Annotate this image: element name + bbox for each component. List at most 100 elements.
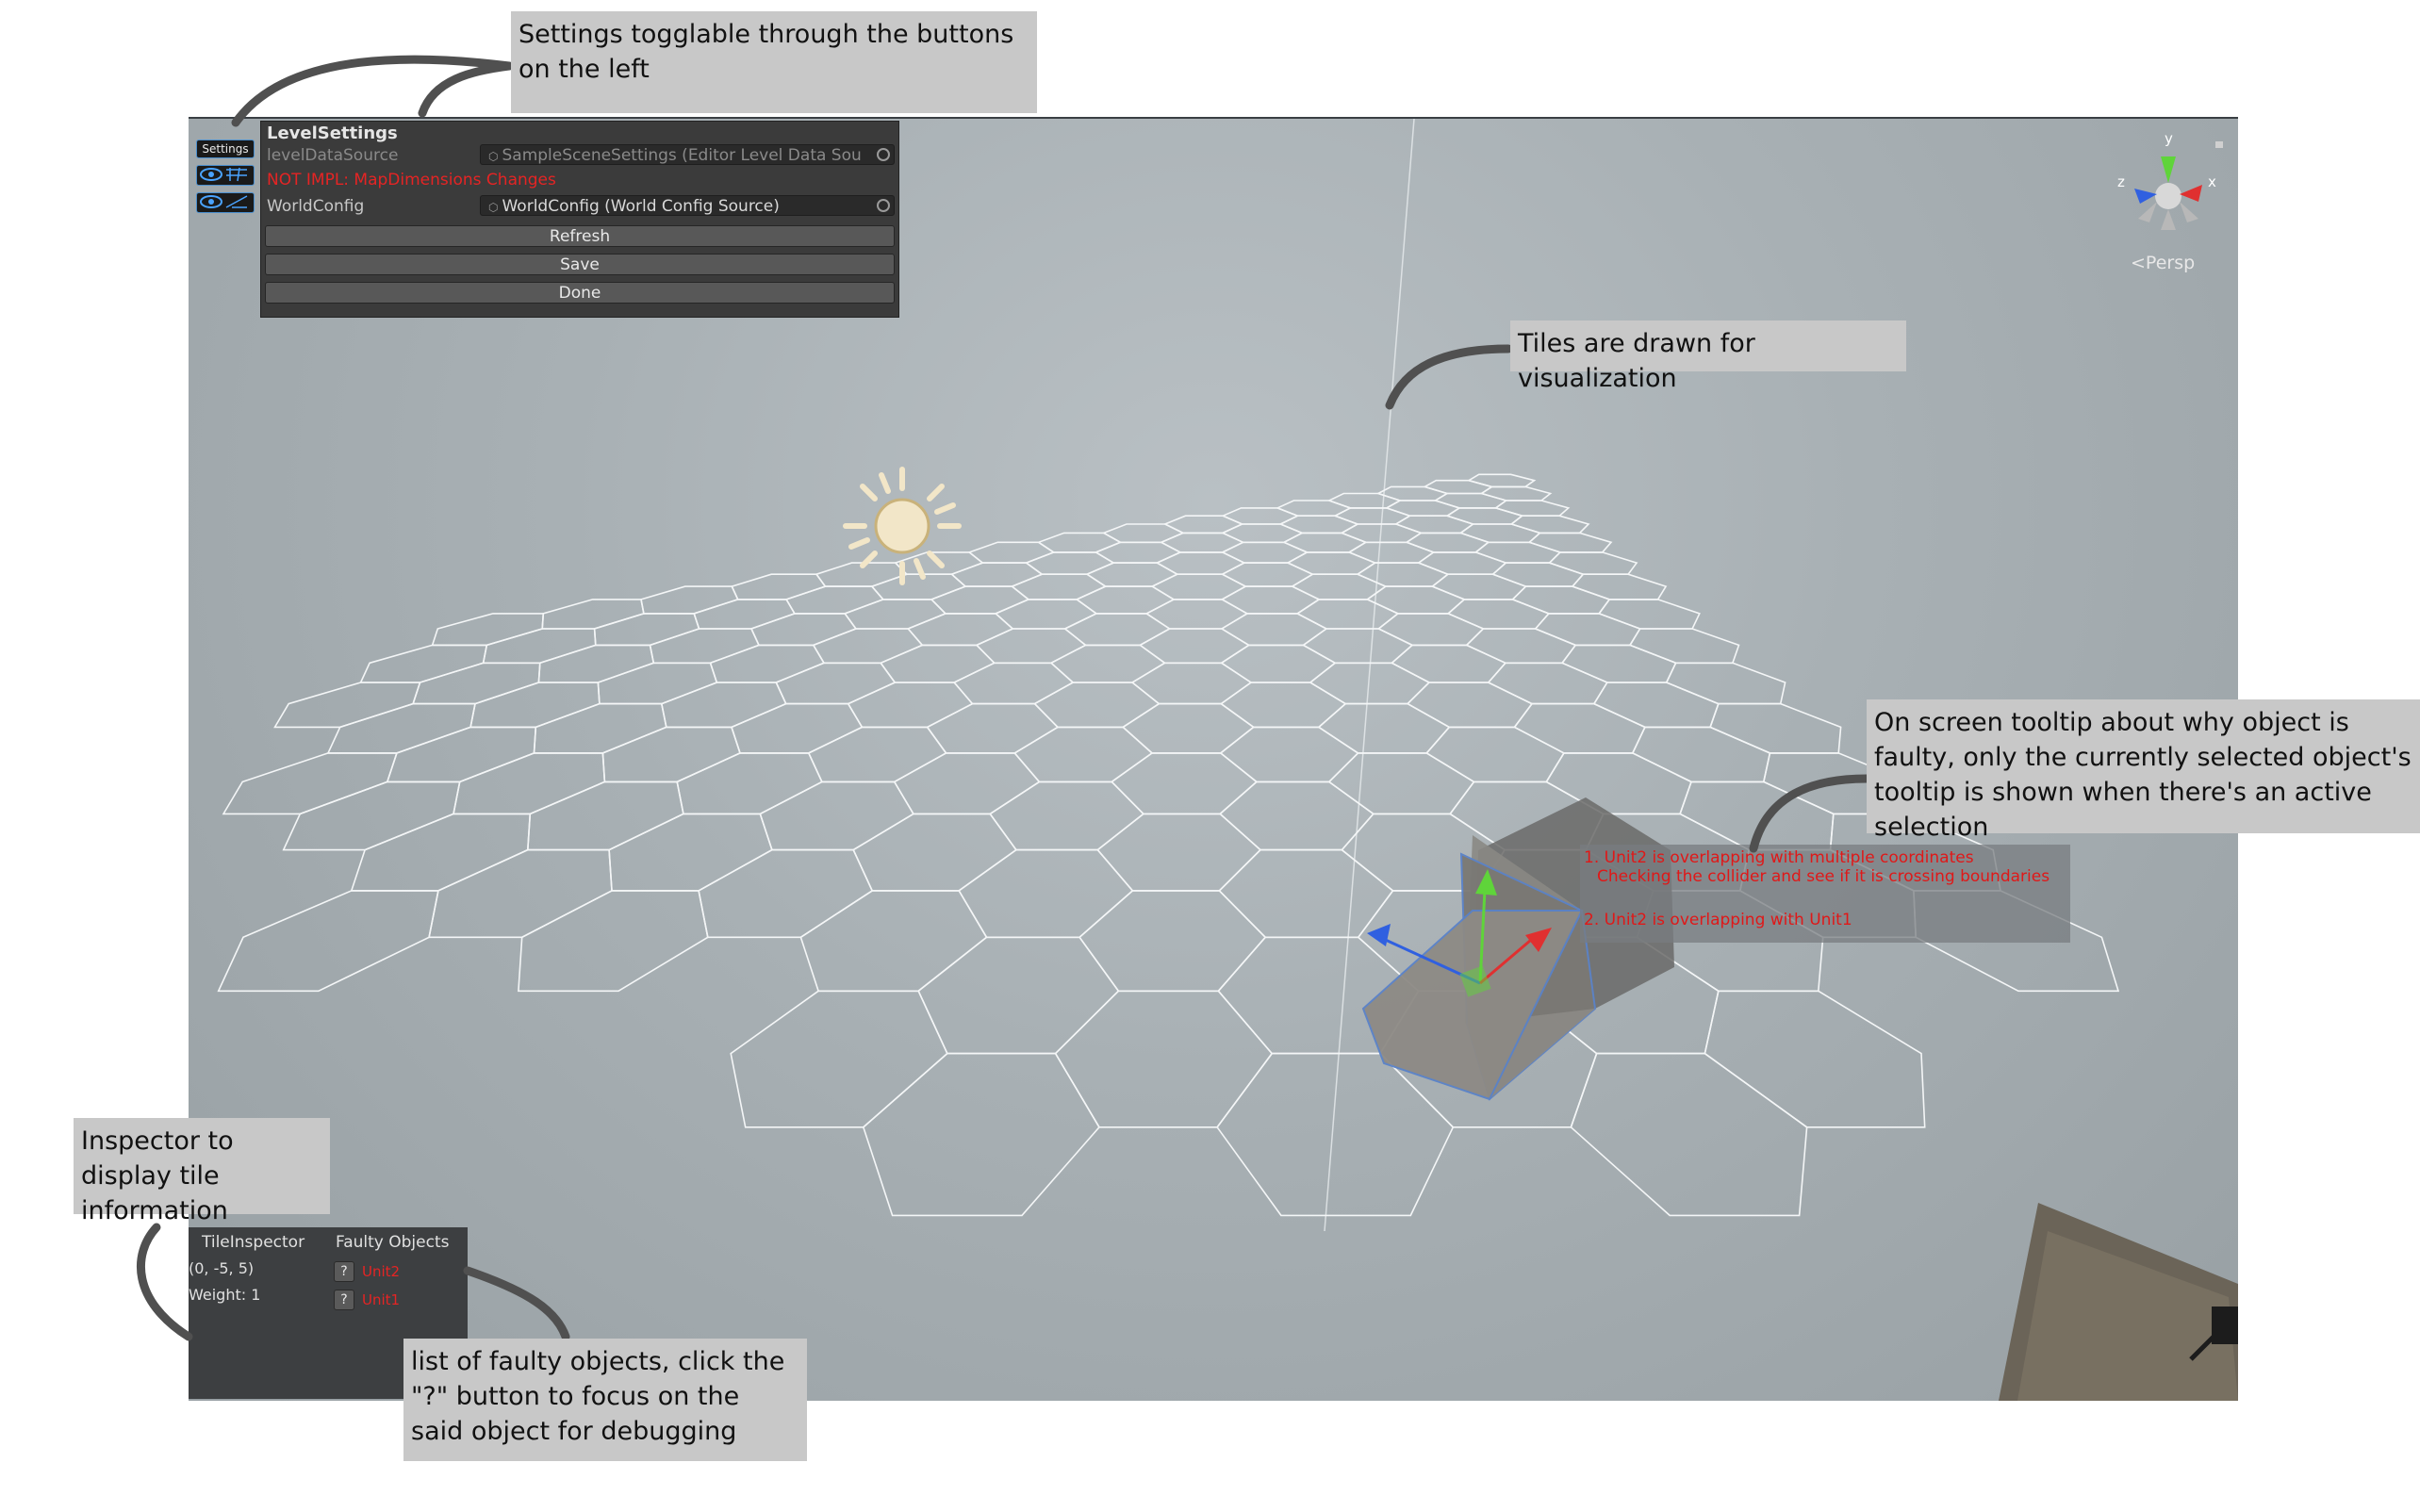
hex-tile[interactable] [326,702,476,754]
hex-tile[interactable] [926,702,1060,754]
hex-tile[interactable] [1144,599,1249,630]
hex-tile[interactable] [1446,599,1551,630]
hex-tile[interactable] [1423,479,1494,495]
hex-tile[interactable] [431,613,545,647]
hex-tile[interactable] [1709,702,1842,754]
hex-tile[interactable] [731,702,864,754]
hex-tile[interactable] [428,848,613,939]
hex-tile[interactable] [1216,1052,1455,1217]
object-picker-icon[interactable] [877,199,890,212]
hex-tile[interactable] [1631,726,1771,783]
hex-tile[interactable] [1317,702,1451,754]
hex-tile[interactable] [1433,492,1508,509]
hex-tile[interactable] [1376,613,1485,647]
save-button[interactable]: Save [265,254,895,275]
hex-tile[interactable] [1487,662,1608,705]
hex-tile[interactable] [930,585,1030,615]
hex-tile[interactable] [1527,532,1613,553]
hex-tile[interactable] [217,890,439,993]
hex-tile[interactable] [597,662,718,705]
hex-tile[interactable] [676,752,823,815]
hex-tile[interactable] [359,644,488,683]
hex-tile[interactable] [967,541,1056,564]
hex-tile[interactable] [273,682,421,729]
hex-tile[interactable] [862,1052,1100,1217]
hex-tile[interactable] [759,781,914,851]
hex-tile[interactable] [1218,848,1394,939]
hex-tile[interactable] [222,752,399,815]
hex-tile[interactable] [906,613,1014,647]
hex-tile[interactable] [1430,573,1527,600]
hex-tile[interactable] [1406,682,1534,729]
hex-tile[interactable] [660,682,787,729]
hex-tile[interactable] [1465,628,1577,665]
hex-tile[interactable] [1513,702,1646,754]
hex-tile[interactable] [975,628,1087,665]
hex-tile[interactable] [1493,500,1571,518]
hex-tile[interactable] [1054,990,1274,1128]
hex-tile[interactable] [799,890,988,993]
hex-tile[interactable] [1473,541,1562,564]
hex-tile[interactable] [843,599,947,630]
hex-tile[interactable] [1405,532,1490,553]
hex-tile[interactable] [1665,662,1786,705]
refresh-button[interactable]: Refresh [265,225,895,247]
level-data-source-field[interactable]: ⬡ SampleSceneSettings (Editor Level Data … [480,144,895,165]
hex-tile[interactable] [1347,541,1436,564]
gizmo-visibility-toggle-button[interactable] [196,192,255,213]
hex-tile[interactable] [1384,500,1461,518]
hex-tile[interactable] [482,628,597,665]
hex-tile[interactable] [1597,599,1701,630]
hex-tile[interactable] [1628,628,1740,665]
hex-tile[interactable] [518,890,709,993]
hex-tile[interactable] [1150,573,1247,600]
focus-unit2-button[interactable]: ? [334,1261,354,1282]
hex-tile[interactable] [1570,1052,1808,1217]
hex-tile[interactable] [601,726,741,783]
hex-tile[interactable] [852,813,1018,892]
hex-tile[interactable] [1375,485,1449,501]
orientation-gizmo[interactable]: y x z [2115,128,2229,241]
tile-visibility-toggle-button[interactable] [196,165,255,186]
hex-tile[interactable] [1560,644,1677,683]
hex-tile[interactable] [989,781,1145,851]
hex-tile[interactable] [731,573,827,600]
faulty-item-unit1[interactable]: Unit1 [362,1291,400,1308]
hex-tile[interactable] [893,752,1041,815]
hex-tile[interactable] [350,813,532,892]
hex-tile[interactable] [469,682,601,729]
hex-tile[interactable] [1458,523,1542,544]
hex-tile[interactable] [282,781,461,851]
hex-tile[interactable] [649,628,761,665]
lock-icon[interactable] [2215,141,2223,148]
hex-tile[interactable] [1466,473,1537,488]
hex-tile[interactable] [1130,662,1253,705]
hex-tile[interactable] [1545,752,1692,815]
hex-tile[interactable] [952,662,1075,705]
hex-tile[interactable] [1121,702,1256,754]
hex-tile[interactable] [730,990,948,1128]
hex-tile[interactable] [812,628,924,665]
hex-tile[interactable] [1571,573,1668,600]
hex-tile[interactable] [1302,628,1414,665]
hex-tile[interactable] [1417,551,1507,576]
world-config-field[interactable]: ⬡ WorldConfig (World Config Source) [480,195,895,216]
hex-tile[interactable] [1393,515,1475,534]
hex-tile[interactable] [1592,682,1720,729]
hex-tile[interactable] [698,848,874,939]
hex-tile[interactable] [1138,628,1251,665]
perspective-toggle[interactable]: <Persp [2131,253,2195,273]
object-picker-icon[interactable] [877,148,890,161]
hex-tile[interactable] [870,573,967,600]
hex-tile[interactable] [1534,613,1641,647]
faulty-item-unit2[interactable]: Unit2 [362,1263,400,1280]
hex-tile[interactable] [775,662,897,705]
hex-tile[interactable] [640,585,739,615]
hex-tile[interactable] [784,585,885,615]
hex-tile[interactable] [1295,599,1400,630]
hex-tile[interactable] [1327,752,1475,815]
hex-tile[interactable] [1078,890,1267,993]
directional-light-icon[interactable] [843,467,962,585]
hex-tile[interactable] [1365,585,1466,615]
hex-tile[interactable] [1548,551,1638,576]
